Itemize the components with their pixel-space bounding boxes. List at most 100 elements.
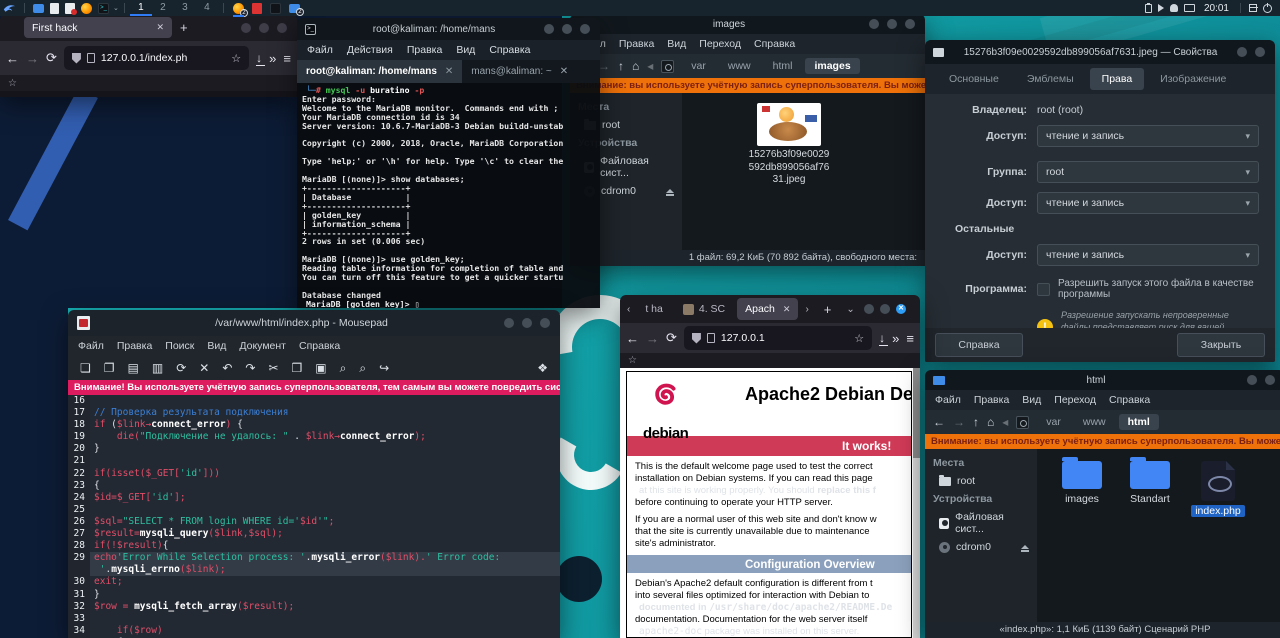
menu-item[interactable]: Документ bbox=[239, 340, 286, 352]
new-tab-button[interactable]: + bbox=[180, 20, 188, 35]
menu-item[interactable]: Правка bbox=[619, 38, 654, 50]
taskbar-terminal-icon[interactable] bbox=[270, 3, 281, 14]
menu-item[interactable]: Справка bbox=[299, 340, 340, 352]
menu-item[interactable]: Справка bbox=[1109, 394, 1150, 406]
bookmark-star-icon[interactable]: ☆ bbox=[231, 52, 241, 65]
import-bookmarks-icon[interactable]: ☆ bbox=[628, 355, 637, 366]
volume-tray-icon[interactable] bbox=[1158, 4, 1164, 12]
tab-first-hack[interactable]: First hack ✕ bbox=[24, 17, 172, 38]
breadcrumb-item[interactable]: var bbox=[682, 58, 715, 74]
files-launcher-icon[interactable] bbox=[50, 3, 59, 14]
title-bar[interactable]: images bbox=[570, 14, 925, 34]
properties-tab[interactable]: Изображение bbox=[1148, 68, 1238, 90]
menu-item[interactable]: Действия bbox=[347, 44, 393, 56]
search-icon[interactable]: ⌕ bbox=[340, 361, 347, 376]
workspace-button[interactable]: 2 bbox=[152, 0, 174, 16]
group-access-select[interactable]: чтение и запись ▾ bbox=[1037, 192, 1259, 214]
copy-icon[interactable]: ❒ bbox=[292, 361, 303, 375]
minimize-button[interactable] bbox=[1247, 375, 1257, 385]
reload-icon[interactable]: ⟳ bbox=[176, 361, 186, 375]
close-tab-icon[interactable]: ✕ bbox=[156, 22, 164, 33]
folder-item-images[interactable]: images bbox=[1055, 461, 1109, 517]
menu-item[interactable]: Файл bbox=[935, 394, 961, 406]
sidebar-item-root[interactable]: root bbox=[925, 472, 1037, 490]
minimize-button[interactable] bbox=[864, 304, 874, 314]
code-editor[interactable]: 16 17// Проверка результата подключения1… bbox=[68, 395, 560, 638]
hamburger-menu-icon[interactable]: ≡ bbox=[283, 51, 291, 66]
hamburger-menu-icon[interactable]: ≡ bbox=[906, 331, 914, 346]
taskbar-thunar-icon[interactable]: 2 bbox=[289, 4, 300, 13]
close-window-button[interactable] bbox=[277, 23, 287, 33]
paste-icon[interactable]: ▣ bbox=[315, 361, 326, 375]
open-file-icon[interactable]: ❐ bbox=[104, 361, 115, 375]
breadcrumb-item[interactable]: images bbox=[805, 58, 859, 74]
new-file-icon[interactable]: ❏ bbox=[80, 361, 91, 375]
properties-tab[interactable]: Эмблемы bbox=[1015, 68, 1086, 90]
redo-icon[interactable]: ↷ bbox=[245, 361, 255, 375]
owner-access-select[interactable]: чтение и запись ▾ bbox=[1037, 125, 1259, 147]
mousepad-launcher-icon[interactable] bbox=[65, 3, 75, 14]
menu-item[interactable]: Правка bbox=[117, 340, 152, 352]
eject-icon[interactable] bbox=[666, 189, 674, 193]
maximize-button[interactable] bbox=[522, 318, 532, 328]
terminal-tab-root[interactable]: root@kaliman: /home/mans ✕ bbox=[297, 60, 462, 83]
bookmark-star-icon[interactable]: ☆ bbox=[854, 332, 864, 345]
page-info-icon[interactable] bbox=[87, 53, 95, 63]
menu-item[interactable]: Вид bbox=[1022, 394, 1041, 406]
power-icon[interactable] bbox=[1263, 4, 1272, 13]
sidebar-item-filesystem[interactable]: Файловая сист... bbox=[925, 508, 1037, 538]
eject-icon[interactable] bbox=[1021, 545, 1029, 549]
filesystem-icon[interactable] bbox=[1016, 416, 1029, 429]
page-info-icon[interactable] bbox=[707, 333, 715, 343]
close-window-button[interactable] bbox=[1255, 47, 1265, 57]
menu-item[interactable]: Файл bbox=[78, 340, 104, 352]
save-icon[interactable]: ▤ bbox=[128, 361, 139, 375]
collapse-path-icon[interactable]: ◂ bbox=[647, 59, 653, 73]
taskbar-firefox-icon[interactable]: 2 bbox=[233, 3, 244, 14]
taskbar-mousepad-icon[interactable] bbox=[252, 3, 262, 14]
filesystem-icon[interactable] bbox=[661, 60, 674, 73]
packages-tray-icon[interactable] bbox=[1249, 4, 1257, 12]
back-icon[interactable]: ← bbox=[933, 415, 945, 429]
save-as-icon[interactable]: ▥ bbox=[152, 361, 163, 375]
close-button[interactable]: Закрыть bbox=[1177, 333, 1265, 357]
go-to-icon[interactable]: ↪ bbox=[379, 361, 389, 375]
url-bar[interactable]: 127.0.0.1/index.ph ☆ bbox=[64, 46, 249, 70]
menu-item[interactable]: Переход bbox=[699, 38, 741, 50]
menu-item[interactable]: Справка bbox=[754, 38, 795, 50]
url-text[interactable]: 127.0.0.1 bbox=[721, 332, 765, 344]
folder-item-standart[interactable]: Standart bbox=[1123, 461, 1177, 517]
tab-partial[interactable]: t ha bbox=[637, 298, 671, 320]
properties-tab[interactable]: Права bbox=[1090, 68, 1145, 90]
terminal-launcher-icon[interactable]: >_ bbox=[98, 3, 109, 14]
display-tray-icon[interactable] bbox=[1184, 4, 1195, 12]
menu-item[interactable]: Вид bbox=[207, 340, 226, 352]
breadcrumb-item[interactable]: www bbox=[719, 58, 760, 74]
firefox-launcher-icon[interactable] bbox=[81, 3, 92, 14]
breadcrumb-item[interactable]: www bbox=[1074, 414, 1115, 430]
menu-item[interactable]: Поиск bbox=[165, 340, 194, 352]
title-bar[interactable]: /var/www/html/index.php - Mousepad bbox=[68, 310, 560, 336]
fullscreen-icon[interactable]: ❖ bbox=[537, 361, 548, 375]
file-item-index-php[interactable]: index.php bbox=[1191, 461, 1245, 517]
search-replace-icon[interactable]: ⌕ bbox=[359, 361, 366, 376]
maximize-button[interactable] bbox=[887, 19, 897, 29]
scroll-tabs-right-icon[interactable]: › bbox=[802, 304, 811, 315]
title-bar[interactable]: >_ root@kaliman: /home/mans bbox=[297, 18, 600, 40]
minimize-button[interactable] bbox=[544, 24, 554, 34]
clipboard-tray-icon[interactable] bbox=[1145, 4, 1152, 13]
scrollbar-thumb[interactable] bbox=[913, 368, 920, 458]
undo-icon[interactable]: ↶ bbox=[222, 361, 232, 375]
help-button[interactable]: Справка bbox=[935, 333, 1023, 357]
home-icon[interactable]: ⌂ bbox=[987, 415, 994, 429]
breadcrumb-item[interactable]: html bbox=[1119, 414, 1159, 430]
clock[interactable]: 20:01 bbox=[1204, 3, 1229, 14]
import-bookmarks-icon[interactable]: ☆ bbox=[8, 78, 17, 89]
close-window-button[interactable] bbox=[540, 318, 550, 328]
close-window-button[interactable] bbox=[580, 24, 590, 34]
minimize-button[interactable] bbox=[504, 318, 514, 328]
sidebar-item-cdrom[interactable]: cdrom0 bbox=[925, 538, 1037, 556]
url-bar[interactable]: 127.0.0.1 ☆ bbox=[684, 326, 872, 350]
group-select[interactable]: root ▾ bbox=[1037, 161, 1259, 183]
minimize-button[interactable] bbox=[869, 19, 879, 29]
